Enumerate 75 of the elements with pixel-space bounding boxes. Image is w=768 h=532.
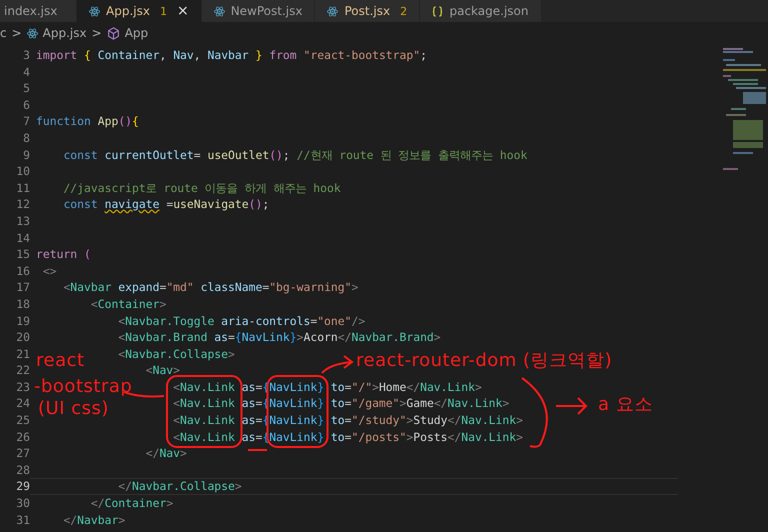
problem-count: 2 xyxy=(400,4,408,18)
line-number: 25 xyxy=(15,412,30,429)
line-number: 13 xyxy=(15,212,30,230)
breadcrumb-item[interactable]: App xyxy=(124,26,148,40)
line-number: 4 xyxy=(22,64,30,80)
code-line: </Nav> xyxy=(146,446,187,461)
atom-icon xyxy=(26,28,38,38)
line-number: 10 xyxy=(15,163,30,180)
line-number: 22 xyxy=(15,362,30,379)
code-line: const navigate =useNavigate(); xyxy=(63,196,270,213)
code-line: const currentOutlet= useOutlet(); //현재 route 된 정보를 출력해주는 hook xyxy=(63,148,528,162)
handwritten-arrow xyxy=(321,355,353,374)
handwritten-arrow xyxy=(555,397,588,415)
line-number: 15 xyxy=(15,246,30,263)
code-line: return ( xyxy=(36,247,91,262)
line-number: 20 xyxy=(15,329,30,346)
handwritten-note: react-router-dom (링크역할) xyxy=(356,352,612,370)
line-number: 31 xyxy=(15,512,30,528)
handwritten-note: -bootstrap xyxy=(34,378,132,396)
breadcrumb-separator: > xyxy=(92,26,102,40)
editor-tab[interactable]: App.jsx 1 × xyxy=(77,0,202,22)
handwritten-bracket xyxy=(521,377,548,448)
minimap-drawing[interactable] xyxy=(723,48,766,170)
cube-icon xyxy=(106,26,120,40)
line-number: 16 xyxy=(15,262,30,280)
editor-tab[interactable]: NewPost.jsx xyxy=(202,0,316,22)
close-icon[interactable]: × xyxy=(176,3,189,19)
line-number: 7 xyxy=(22,113,30,130)
code-line: <> xyxy=(42,264,57,278)
line-number: 18 xyxy=(15,296,30,312)
handwritten-note: (UI css) xyxy=(38,400,109,418)
code-line: import { Container, Nav, Navbar } from "react-bootstrap"; xyxy=(36,48,427,63)
line-number: 21 xyxy=(15,346,30,362)
handwritten-note: a 요소 xyxy=(598,396,653,414)
code-line: <Navbar.Brand as={NavLink}>Acorn</Navbar.Brand> xyxy=(118,330,441,345)
line-number: 24 xyxy=(15,395,30,412)
code-line: </Navbar> xyxy=(63,512,126,528)
line-number: 3 xyxy=(22,47,30,64)
line-number: 26 xyxy=(15,428,30,446)
line-number: 19 xyxy=(15,312,30,330)
code-line: <Nav> xyxy=(146,363,180,378)
line-number: 8 xyxy=(22,130,30,147)
line-number: 11 xyxy=(15,180,30,196)
breadcrumb-item[interactable]: c xyxy=(0,26,7,40)
line-number: 23 xyxy=(15,378,30,396)
code-line: </Container> xyxy=(90,496,174,511)
line-number: 14 xyxy=(15,230,30,246)
line-number: 6 xyxy=(22,96,30,114)
breadcrumb-separator: > xyxy=(12,26,22,40)
code-line: </Navbar.Collapse> xyxy=(118,479,242,494)
code-line: //javascript로 route 이동을 하게 해주는 hook xyxy=(63,180,341,196)
line-number: 5 xyxy=(22,80,30,97)
line-number: 27 xyxy=(15,445,30,462)
editor-tab[interactable]: Post.jsx 2 xyxy=(315,0,420,22)
code-line: <Container> xyxy=(90,296,166,312)
atom-icon xyxy=(327,6,338,16)
line-number: 28 xyxy=(15,462,30,478)
breadcrumb-item[interactable]: App.jsx xyxy=(42,26,87,40)
code-line: function App(){ xyxy=(36,114,139,129)
code-line: <Navbar expand="md" className="bg-warning"> xyxy=(63,280,358,295)
line-number: 17 xyxy=(15,279,30,296)
code-line: <Navbar.Collapse> xyxy=(118,346,235,362)
editor-tab[interactable]: index.jsx xyxy=(0,0,77,22)
handwritten-underline xyxy=(248,449,267,451)
line-number: 9 xyxy=(22,146,30,164)
line-number: 29 xyxy=(15,478,30,496)
atom-icon xyxy=(89,6,100,16)
editor-tab[interactable]: package.json xyxy=(420,0,542,22)
atom-icon xyxy=(214,6,225,16)
line-number: 30 xyxy=(15,495,30,512)
braces-icon xyxy=(432,6,444,16)
line-number: 12 xyxy=(15,196,30,213)
code-line: <Navbar.Toggle aria-controls="one"/> xyxy=(118,314,366,328)
handwritten-note: react xyxy=(36,352,85,370)
problem-count: 1 xyxy=(160,4,167,18)
